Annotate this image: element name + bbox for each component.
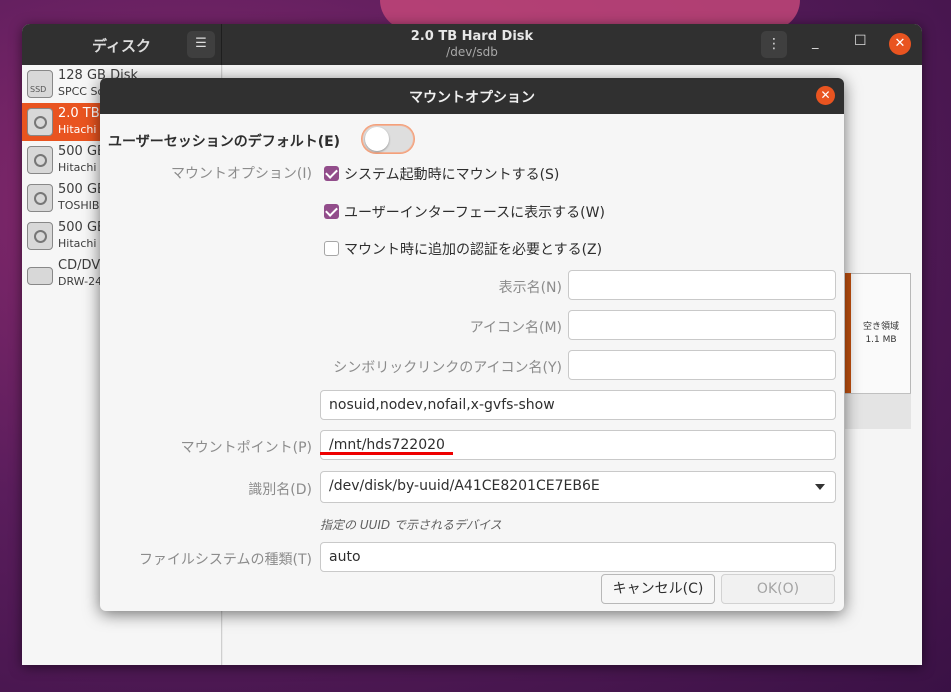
free-space-size: 1.1 MB [865, 335, 897, 345]
require-auth-checkbox[interactable]: マウント時に追加の認証を必要とする(Z) [324, 239, 602, 259]
disk-model: DRW-24 [58, 275, 103, 288]
display-name-field[interactable] [568, 270, 836, 300]
identify-as-label: 識別名(D) [248, 482, 312, 498]
drive-options-button[interactable]: ⋮ [761, 31, 787, 58]
dialog-header: マウントオプション ✕ [100, 78, 844, 114]
identify-as-value: /dev/disk/by-uuid/A41CE8201CE7EB6E [329, 478, 600, 494]
mount-at-startup-label: システム起動時にマウントする(S) [344, 167, 560, 183]
user-session-default-label: ユーザーセッションのデフォルト(E) [108, 134, 341, 150]
disk-model: Hitachi [58, 161, 97, 174]
free-space-title: 空き領域 [862, 322, 899, 332]
checkbox-unchecked-icon [324, 241, 339, 256]
volume-strip [845, 393, 911, 429]
disk-name: 500 GB [58, 144, 106, 159]
mount-point-label: マウントポイント(P) [180, 440, 312, 456]
filesystem-type-field[interactable]: auto [320, 542, 836, 572]
disk-model: Hitachi [58, 237, 97, 250]
filesystem-type-value: auto [329, 549, 361, 565]
chevron-down-icon [815, 484, 825, 490]
free-space-label: 空き領域 1.1 MB [853, 321, 909, 347]
dialog-title: マウントオプション [409, 90, 535, 106]
symbolic-icon-name-label: シンボリックリンクのアイコン名(Y) [333, 360, 562, 376]
identify-as-combo[interactable]: /dev/disk/by-uuid/A41CE8201CE7EB6E [320, 471, 836, 503]
hard-disk-icon [27, 184, 53, 212]
disk-name: 500 GB [58, 182, 106, 197]
ok-button[interactable]: OK(O) [721, 574, 835, 604]
window-title: 2.0 TB Hard Disk [410, 29, 534, 44]
disk-model: TOSHIB [58, 199, 100, 212]
sidebar-title: ディスク [92, 37, 151, 55]
show-in-ui-label: ユーザーインターフェースに表示する(W) [344, 205, 605, 221]
filesystem-type-label: ファイルシステムの種類(T) [138, 552, 312, 568]
user-session-default-toggle[interactable] [362, 125, 414, 153]
dialog-close-button[interactable]: ✕ [816, 86, 835, 105]
kebab-menu-icon: ⋮ [767, 36, 781, 52]
mount-options-label: マウントオプション(I) [170, 166, 312, 182]
hard-disk-icon [27, 108, 53, 136]
hamburger-icon: ☰ [195, 36, 207, 51]
window-title-area: 2.0 TB Hard Disk /dev/sdb [222, 24, 722, 65]
icon-name-field[interactable] [568, 310, 836, 340]
minimize-button[interactable]: _ [812, 35, 819, 50]
maximize-button[interactable]: ☐ [854, 33, 867, 49]
mount-point-field[interactable]: /mnt/hds722020 [320, 430, 836, 460]
symbolic-icon-name-field[interactable] [568, 350, 836, 380]
disk-name: 2.0 TB [58, 106, 100, 121]
hard-disk-icon [27, 146, 53, 174]
checkbox-checked-icon [324, 204, 339, 219]
show-in-ui-checkbox[interactable]: ユーザーインターフェースに表示する(W) [324, 202, 605, 222]
cancel-button[interactable]: キャンセル(C) [601, 574, 715, 604]
disk-model: Hitachi [58, 123, 97, 136]
mount-options-value: nosuid,nodev,nofail,x-gvfs-show [329, 397, 555, 413]
identify-as-hint: 指定の UUID で示されるデバイス [320, 518, 502, 532]
disk-name: CD/DV [58, 258, 101, 273]
optical-drive-icon [27, 267, 53, 285]
ssd-icon: SSD [27, 70, 53, 98]
hard-disk-icon [27, 222, 53, 250]
mount-at-startup-checkbox[interactable]: システム起動時にマウントする(S) [324, 164, 559, 184]
window-close-button[interactable]: ✕ [889, 33, 911, 55]
volume-bar [845, 273, 851, 393]
hamburger-menu-button[interactable]: ☰ [187, 31, 215, 58]
sidebar-header: ディスク ☰ [22, 24, 222, 65]
require-auth-label: マウント時に追加の認証を必要とする(Z) [344, 242, 603, 258]
display-name-label: 表示名(N) [498, 280, 562, 296]
toggle-knob [365, 127, 389, 151]
mount-point-value: /mnt/hds722020 [329, 437, 445, 453]
checkbox-checked-icon [324, 166, 339, 181]
disk-model: SPCC So [58, 85, 105, 98]
window-subtitle: /dev/sdb [446, 45, 498, 59]
disk-name: 500 GB [58, 220, 106, 235]
close-icon: ✕ [894, 36, 906, 51]
close-icon: ✕ [820, 88, 831, 102]
header-bar: ディスク ☰ 2.0 TB Hard Disk /dev/sdb ⋮ _ ☐ ✕ [22, 24, 922, 65]
mount-options-dialog: マウントオプション ✕ ユーザーセッションのデフォルト(E) マウントオプション… [100, 78, 844, 611]
mount-options-field[interactable]: nosuid,nodev,nofail,x-gvfs-show [320, 390, 836, 420]
annotation-underline [320, 452, 453, 455]
icon-name-label: アイコン名(M) [469, 320, 562, 336]
